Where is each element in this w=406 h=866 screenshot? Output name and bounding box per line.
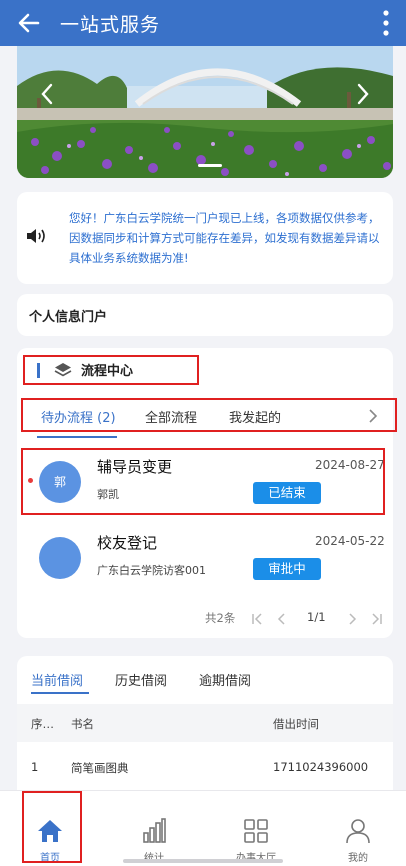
personal-portal-label: 个人信息门户 [29, 310, 108, 325]
campus-gate-flowers-photo [17, 46, 393, 178]
active-tab-indicator [37, 436, 117, 438]
chevron-left-icon[interactable] [39, 82, 55, 106]
flow-item-name: 校友登记 [97, 534, 158, 552]
prev-page-icon[interactable] [277, 612, 287, 626]
column-header: 序… [31, 717, 54, 731]
grid-icon [244, 819, 268, 843]
highlight-box [23, 355, 199, 385]
speaker-icon [27, 229, 45, 243]
highlight-box [21, 448, 385, 515]
banner-carousel[interactable] [17, 46, 393, 178]
pagination: 共2条 1/1 [17, 610, 393, 630]
chevron-right-icon[interactable] [355, 82, 371, 106]
bar-chart-icon [143, 818, 166, 843]
active-tab-indicator [31, 692, 89, 694]
pagination-page: 1/1 [307, 610, 326, 624]
app-bar: 一站式服务 [0, 0, 406, 46]
arrow-left-icon[interactable] [14, 8, 44, 38]
row-book-title: 简笔画图典 [71, 761, 129, 775]
row-borrow-time: 1711024396000 [273, 760, 369, 774]
next-page-icon[interactable] [347, 612, 357, 626]
bottom-nav: 首页 统计 办事大厅 我的 [0, 790, 406, 866]
nav-mine[interactable]: 我的 [318, 791, 398, 866]
borrow-tabs: 当前借阅 历史借阅 逾期借阅 [17, 670, 393, 700]
column-header: 书名 [71, 717, 94, 731]
highlight-box [21, 398, 397, 432]
column-header: 借出时间 [273, 717, 319, 731]
user-icon [346, 819, 370, 844]
nav-label: 我的 [348, 853, 368, 864]
more-vertical-icon[interactable] [382, 10, 390, 36]
avatar [39, 537, 81, 579]
notice-text: 您好！广东白云学院统一门户现已上线，各项数据仅供参考，因数据同步和计算方式可能存… [69, 211, 380, 265]
highlight-box [22, 791, 82, 863]
table-row[interactable]: 1 简笔画图典 1711024396000 [17, 754, 393, 784]
personal-portal-card[interactable]: 个人信息门户 [17, 294, 393, 336]
first-page-icon[interactable] [251, 612, 263, 626]
tab-overdue-borrow[interactable]: 逾期借阅 [199, 670, 251, 689]
notice-card: 您好！广东白云学院统一门户现已上线，各项数据仅供参考，因数据同步和计算方式可能存… [17, 192, 393, 284]
nav-service-hall[interactable]: 办事大厅 [216, 791, 296, 866]
flow-center-card: 流程中心 待办流程 (2) 全部流程 我发起的 郭 辅导员变更 2024-08-… [17, 348, 397, 638]
table-header: 序… 书名 借出时间 [17, 704, 393, 742]
flow-item-applicant: 广东白云学院访客001 [97, 564, 206, 577]
tab-current-borrow[interactable]: 当前借阅 [31, 670, 83, 689]
last-page-icon[interactable] [371, 612, 383, 626]
row-index: 1 [31, 760, 39, 774]
flow-item-date: 2024-05-22 [315, 534, 385, 548]
flow-item[interactable]: 校友登记 2024-05-22 广东白云学院访客001 审批中 [17, 522, 393, 592]
pagination-total: 共2条 [205, 611, 236, 625]
borrow-card: 当前借阅 历史借阅 逾期借阅 序… 书名 借出时间 1 简笔画图典 171102… [17, 656, 393, 790]
nav-stats[interactable]: 统计 [114, 791, 194, 866]
page-title: 一站式服务 [60, 14, 161, 36]
tab-history-borrow[interactable]: 历史借阅 [115, 670, 167, 689]
home-indicator [123, 859, 283, 863]
status-badge: 审批中 [253, 558, 321, 580]
